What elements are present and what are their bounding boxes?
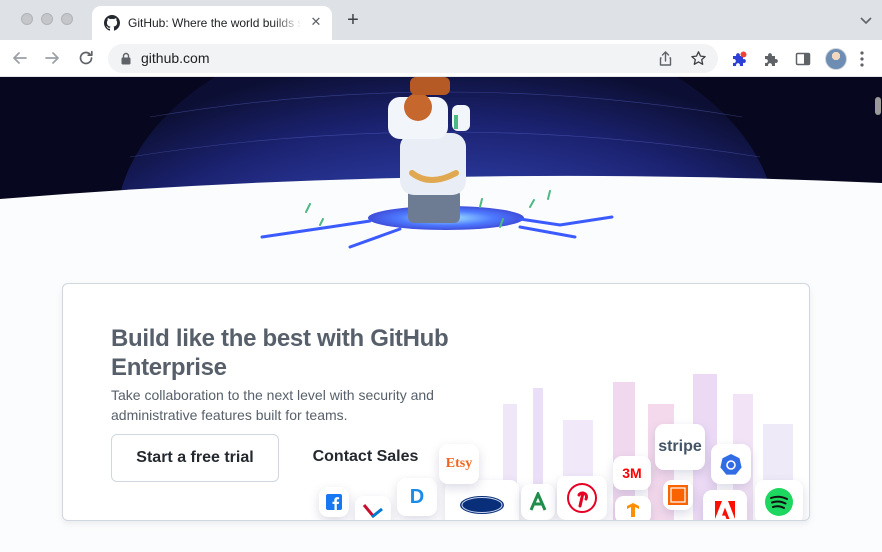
browser-tab-bar: GitHub: Where the world builds software … (0, 0, 882, 40)
profile-avatar[interactable] (825, 48, 847, 70)
address-bar[interactable]: github.com (108, 44, 718, 73)
etsy-logo: Etsy (439, 444, 479, 484)
new-tab-button[interactable]: + (343, 10, 363, 30)
window-maximize-button[interactable] (61, 13, 73, 25)
start-free-trial-button[interactable]: Start a free trial (111, 434, 279, 482)
home-depot-logo-icon (663, 480, 693, 510)
enterprise-card: Build like the best with GitHub Enterpri… (62, 283, 810, 521)
tab-close-icon[interactable]: ✕ (308, 14, 324, 30)
arrow-right-icon[interactable] (42, 48, 62, 68)
page-viewport[interactable]: Build like the best with GitHub Enterpri… (0, 77, 882, 552)
share-icon[interactable] (657, 50, 674, 67)
window-minimize-button[interactable] (41, 13, 53, 25)
browser-tab-github[interactable]: GitHub: Where the world builds software … (92, 6, 332, 40)
side-panel-icon[interactable] (794, 50, 812, 68)
puzzle-icon[interactable] (762, 50, 780, 68)
reload-icon[interactable] (76, 48, 96, 68)
star-icon[interactable] (690, 50, 707, 67)
facebook-logo-icon (319, 487, 349, 517)
window-close-button[interactable] (21, 13, 33, 25)
anaconda-logo-icon (521, 484, 555, 520)
page-scrollbar[interactable] (875, 97, 881, 115)
lock-icon[interactable] (120, 52, 132, 65)
pinterest-logo-icon (557, 476, 607, 520)
enterprise-heading: Build like the best with GitHub Enterpri… (111, 325, 449, 381)
contact-sales-link[interactable]: Contact Sales (303, 434, 428, 482)
3m-logo: 3M (613, 456, 651, 490)
american-airlines-logo-icon (355, 496, 391, 520)
arrow-left-icon[interactable] (10, 48, 30, 68)
chevron-down-icon[interactable] (858, 12, 874, 28)
github-octocat-icon (104, 15, 120, 31)
stripe-logo: stripe (655, 424, 705, 470)
spotify-logo-icon (755, 480, 803, 520)
enterprise-description: Take collaboration to the next level wit… (111, 387, 434, 423)
ford-logo-icon (445, 480, 519, 520)
adobe-logo-icon (703, 490, 747, 520)
hero-illustration (0, 77, 882, 257)
url-text: github.com (141, 50, 210, 66)
tensorflow-logo-icon (615, 496, 651, 520)
kebab-menu-icon[interactable] (859, 50, 865, 68)
dtc-logo-icon: D (397, 478, 437, 516)
kubernetes-logo-icon (711, 444, 751, 484)
puzzle-extension-icon[interactable] (730, 50, 748, 68)
browser-toolbar: github.com (0, 40, 882, 77)
